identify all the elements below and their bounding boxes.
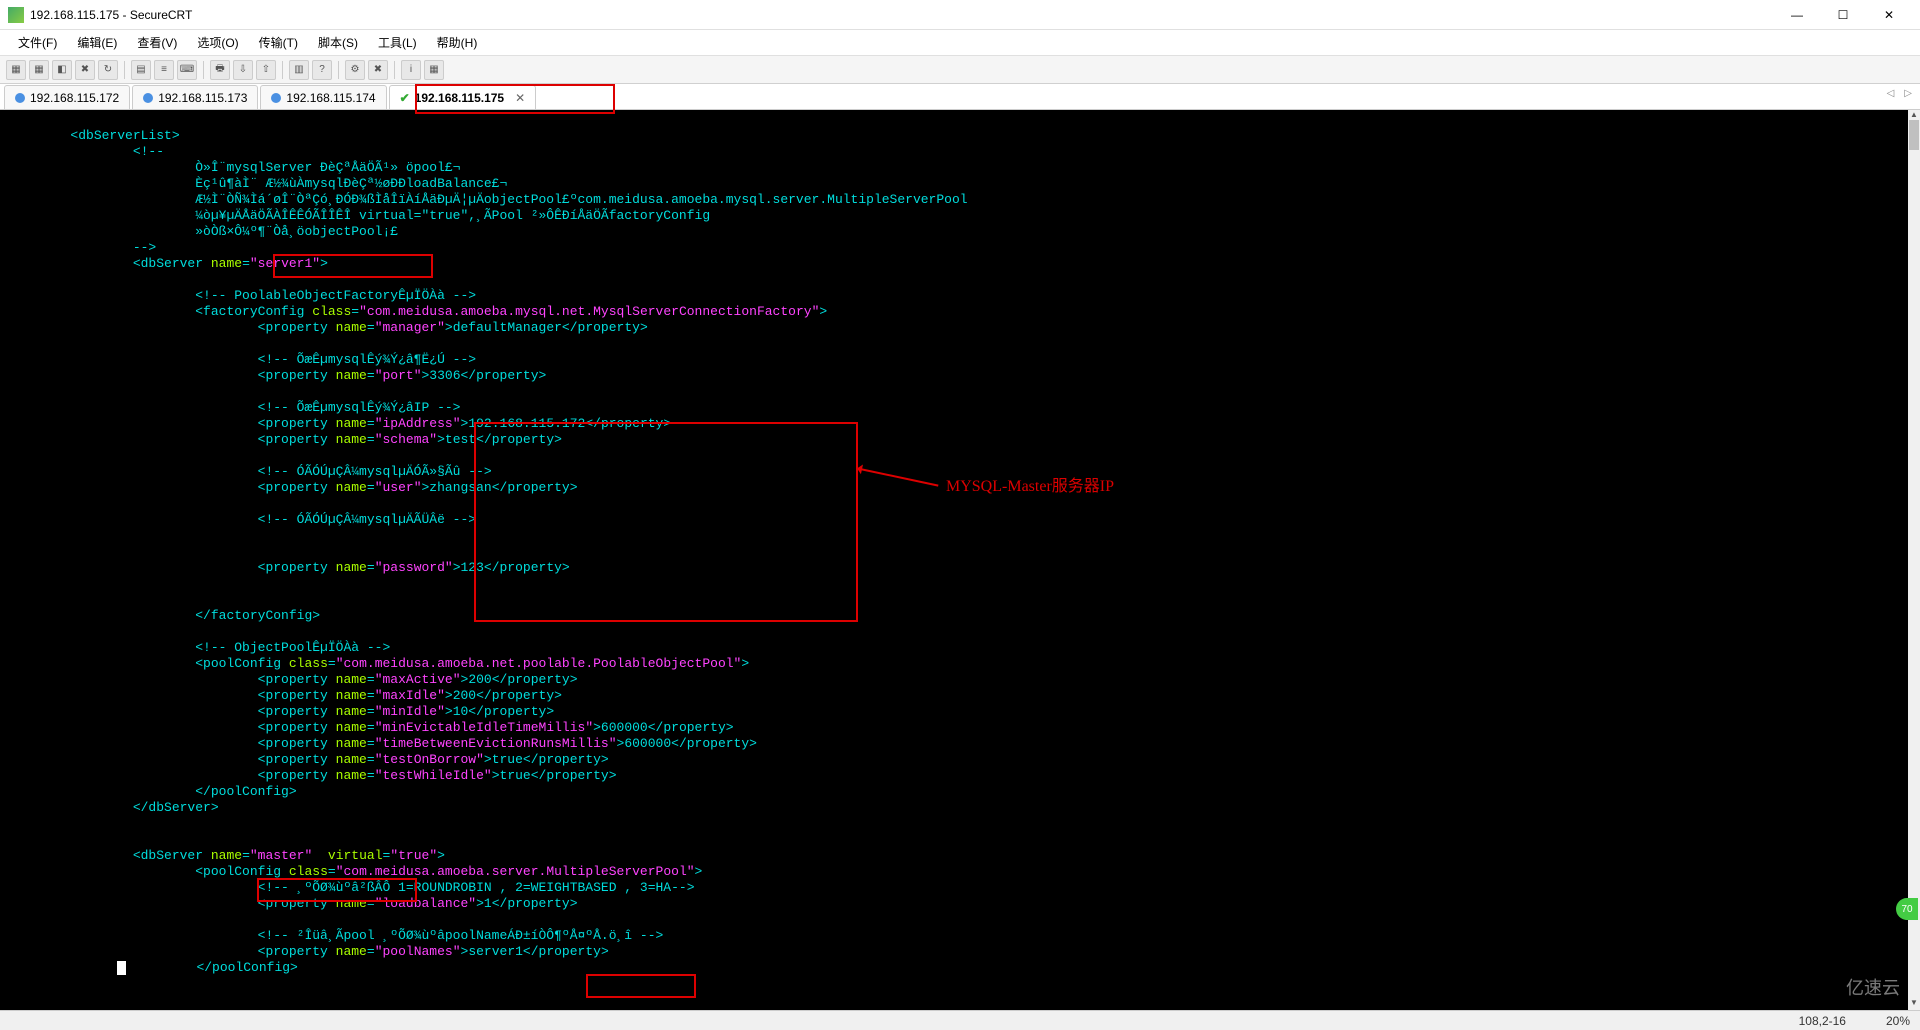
toolbar-btn-10[interactable]: ⇩ — [233, 60, 253, 80]
bullet-icon — [271, 93, 281, 103]
bullet-icon — [143, 93, 153, 103]
toolbar-btn-11[interactable]: ⇧ — [256, 60, 276, 80]
menu-transfer[interactable]: 传输(T) — [249, 30, 308, 55]
toolbar-sep-3 — [282, 61, 283, 79]
app-icon — [8, 7, 24, 23]
toolbar-btn-14[interactable]: ⚙ — [345, 60, 365, 80]
toolbar-btn-12[interactable]: ▥ — [289, 60, 309, 80]
statusbar: 108,2-16 20% — [0, 1010, 1920, 1030]
toolbar-btn-2[interactable]: ▦ — [29, 60, 49, 80]
status-position: 108,2-16 — [1799, 1014, 1846, 1028]
tab-4-active[interactable]: ✔ 192.168.115.175 ✕ — [389, 85, 537, 109]
toolbar-btn-15[interactable]: ✖ — [368, 60, 388, 80]
toolbar-btn-3[interactable]: ◧ — [52, 60, 72, 80]
toolbar-btn-4[interactable]: ✖ — [75, 60, 95, 80]
watermark: 亿速云 — [1846, 974, 1900, 1000]
cursor — [117, 961, 126, 975]
tabbar: 192.168.115.172 192.168.115.173 192.168.… — [0, 84, 1920, 110]
menu-help[interactable]: 帮助(H) — [427, 30, 488, 55]
menu-script[interactable]: 脚本(S) — [308, 30, 368, 55]
status-percent: 20% — [1886, 1014, 1910, 1028]
window-title: 192.168.115.175 - SecureCRT — [30, 8, 1774, 22]
toolbar-btn-13[interactable]: ? — [312, 60, 332, 80]
titlebar: 192.168.115.175 - SecureCRT — ☐ ✕ — [0, 0, 1920, 30]
vertical-scrollbar[interactable]: ▲ ▼ — [1908, 110, 1920, 1010]
toolbar-btn-7[interactable]: ≡ — [154, 60, 174, 80]
menu-file[interactable]: 文件(F) — [8, 30, 67, 55]
toolbar: ▦ ▦ ◧ ✖ ↻ ▤ ≡ ⌨ 🖶 ⇩ ⇧ ▥ ? ⚙ ✖ i ▦ — [0, 56, 1920, 84]
tab-close-icon[interactable]: ✕ — [515, 91, 525, 105]
menubar: 文件(F) 编辑(E) 查看(V) 选项(O) 传输(T) 脚本(S) 工具(L… — [0, 30, 1920, 56]
tab-1[interactable]: 192.168.115.172 — [4, 85, 130, 109]
toolbar-btn-16[interactable]: i — [401, 60, 421, 80]
check-icon: ✔ — [400, 91, 410, 105]
toolbar-btn-17[interactable]: ▦ — [424, 60, 444, 80]
toolbar-btn-9[interactable]: 🖶 — [210, 60, 230, 80]
toolbar-btn-8[interactable]: ⌨ — [177, 60, 197, 80]
tab-3[interactable]: 192.168.115.174 — [260, 85, 386, 109]
menu-edit[interactable]: 编辑(E) — [67, 30, 127, 55]
tab-scroll-left[interactable]: ◁ — [1883, 88, 1899, 99]
terminal[interactable]: <dbServerList> <!-- Ò»Î¨mysqlServer ÐèÇª… — [0, 110, 1908, 1010]
toolbar-btn-5[interactable]: ↻ — [98, 60, 118, 80]
tab-scroll: ◁ ▷ — [1883, 88, 1916, 99]
scrollbar-thumb[interactable] — [1909, 120, 1919, 150]
minimize-button[interactable]: — — [1774, 0, 1820, 30]
bullet-icon — [15, 93, 25, 103]
menu-options[interactable]: 选项(O) — [187, 30, 248, 55]
side-badge[interactable]: 70 — [1896, 898, 1918, 920]
tab-scroll-right[interactable]: ▷ — [1900, 88, 1916, 99]
tab-2[interactable]: 192.168.115.173 — [132, 85, 258, 109]
toolbar-btn-6[interactable]: ▤ — [131, 60, 151, 80]
toolbar-sep-5 — [394, 61, 395, 79]
tab-2-label: 192.168.115.173 — [158, 91, 247, 105]
toolbar-sep-4 — [338, 61, 339, 79]
annotation-text-master-ip: MYSQL-Master服务器IP — [946, 472, 1114, 496]
tab-4-label: 192.168.115.175 — [415, 91, 504, 105]
toolbar-sep-2 — [203, 61, 204, 79]
menu-tools[interactable]: 工具(L) — [368, 30, 427, 55]
toolbar-btn-1[interactable]: ▦ — [6, 60, 26, 80]
maximize-button[interactable]: ☐ — [1820, 0, 1866, 30]
tab-3-label: 192.168.115.174 — [286, 91, 375, 105]
menu-view[interactable]: 查看(V) — [127, 30, 187, 55]
close-button[interactable]: ✕ — [1866, 0, 1912, 30]
tab-1-label: 192.168.115.172 — [30, 91, 119, 105]
toolbar-sep-1 — [124, 61, 125, 79]
scroll-down-icon[interactable]: ▼ — [1908, 998, 1920, 1010]
